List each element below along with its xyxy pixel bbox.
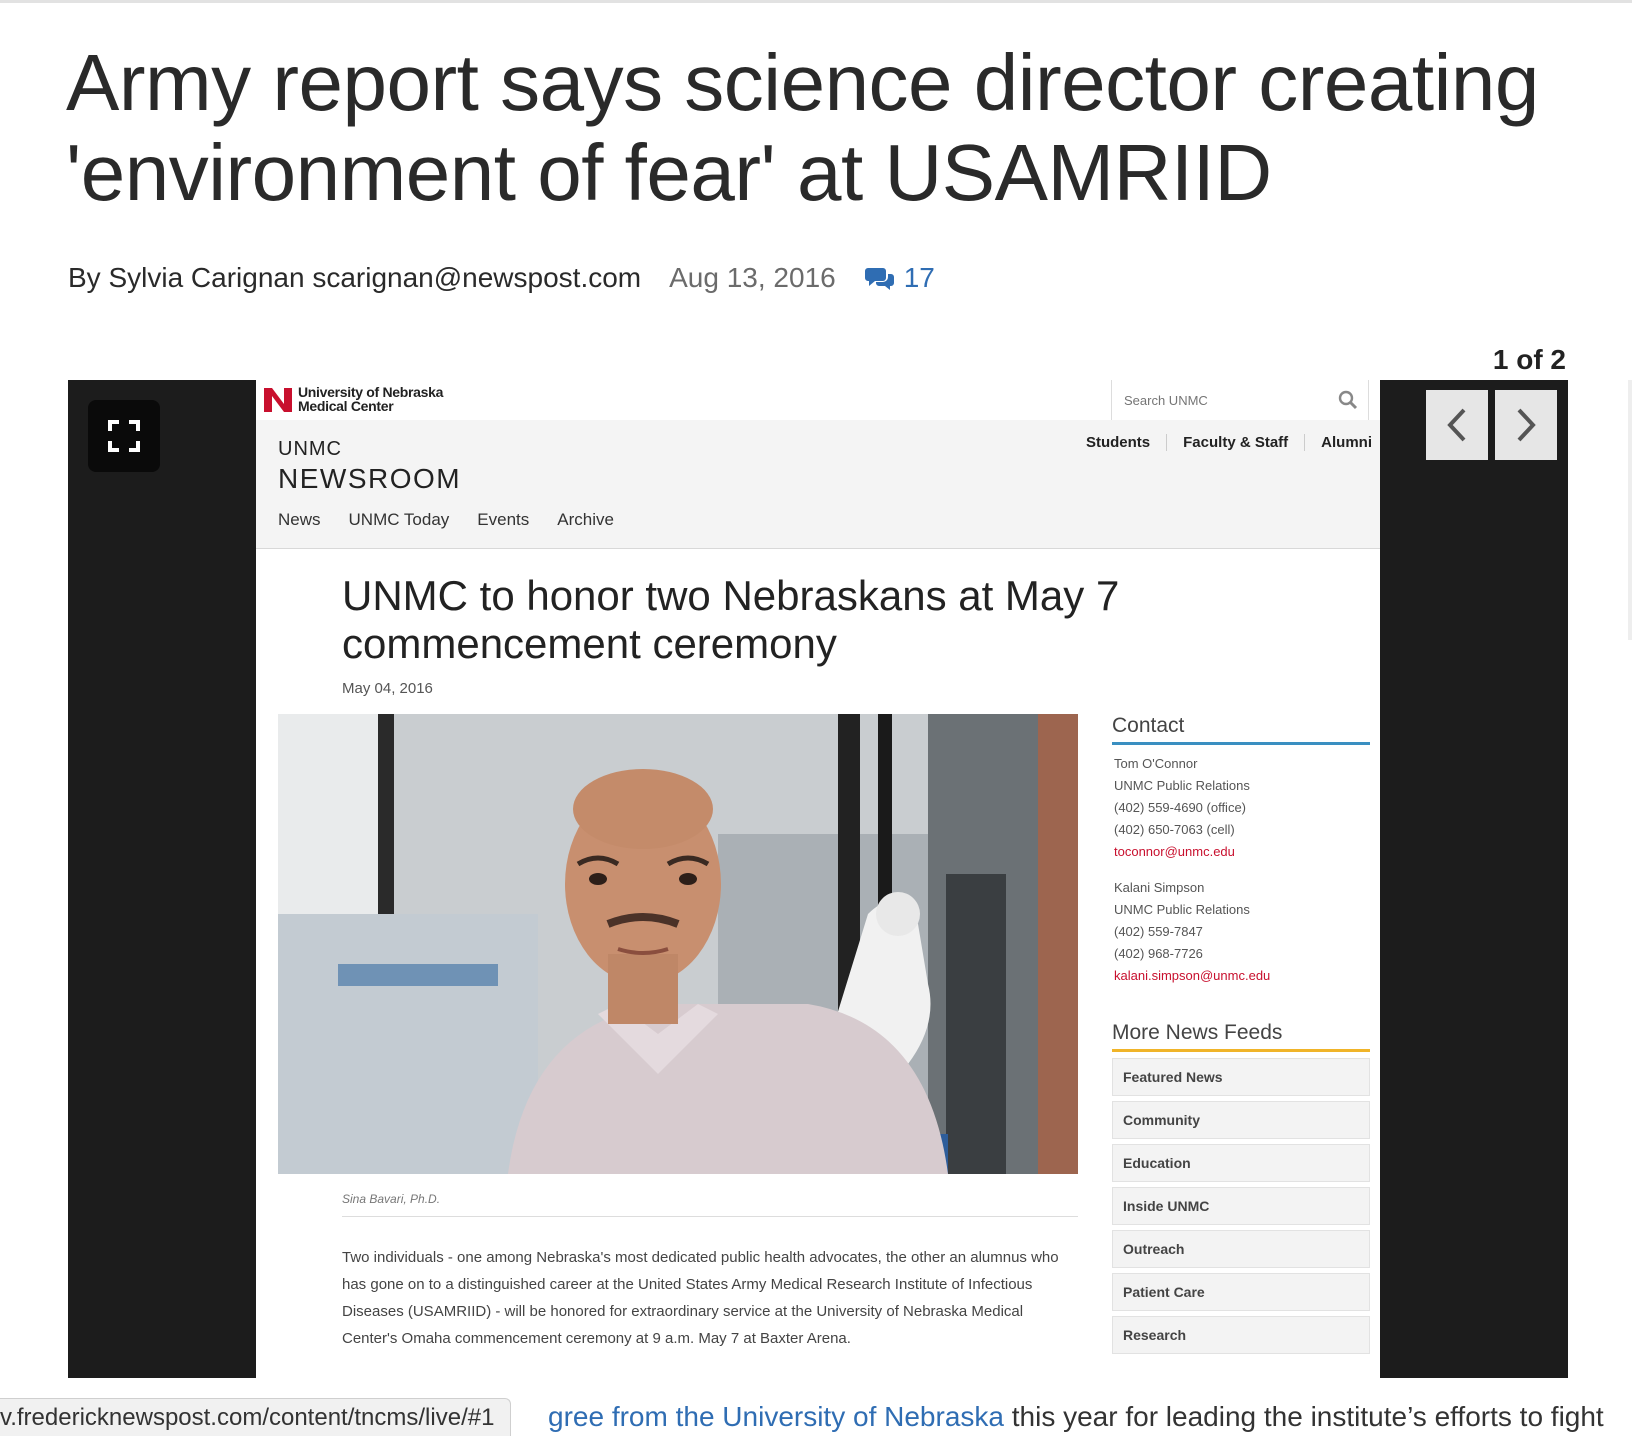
contact-name: Tom O'Connor	[1114, 756, 1198, 771]
feed-list: Featured News Community Education Inside…	[1112, 1058, 1370, 1354]
contact-phone: (402) 559-4690 (office)	[1114, 800, 1247, 815]
contact-phone: (402) 650-7063 (cell)	[1114, 822, 1235, 837]
caption-divider	[342, 1216, 1078, 1217]
contact-email-link[interactable]: kalani.simpson@unmc.edu	[1114, 968, 1270, 983]
audience-link-alumni[interactable]: Alumni	[1304, 434, 1372, 451]
article-headline: Army report says science director creati…	[66, 38, 1632, 218]
site-name[interactable]: UNMC NEWSROOM	[278, 438, 461, 495]
audience-nav: Students Faculty & Staff Alumni	[1070, 434, 1372, 451]
nav-item-unmc-today[interactable]: UNMC Today	[349, 510, 450, 530]
unmc-search-input[interactable]	[1122, 391, 1326, 409]
unmc-article-title: UNMC to honor two Nebraskans at May 7 co…	[342, 572, 1120, 667]
audience-link-faculty-staff[interactable]: Faculty & Staff	[1166, 434, 1304, 451]
gallery-counter: 1 of 2	[1492, 344, 1566, 375]
article-photo	[278, 714, 1078, 1174]
feed-item-outreach[interactable]: Outreach	[1112, 1230, 1370, 1268]
page-edge-element	[1628, 380, 1632, 640]
unmc-logo-text: University of Nebraska Medical Center	[298, 385, 443, 413]
author[interactable]: By Sylvia Carignan scarignan@newspost.co…	[68, 262, 641, 294]
unmc-sidebar: Contact Tom O'Connor UNMC Public Relatio…	[1112, 714, 1370, 1359]
logo-line-1: University of Nebraska	[298, 384, 444, 400]
fullscreen-icon	[108, 420, 140, 452]
audience-link-students[interactable]: Students	[1070, 434, 1166, 451]
contact-org: UNMC Public Relations	[1114, 902, 1250, 917]
portrait-photo	[278, 714, 1078, 1174]
logo-line-2: Medical Center	[298, 398, 394, 414]
byline: By Sylvia Carignan scarignan@newspost.co…	[68, 262, 935, 294]
embedded-screenshot: University of Nebraska Medical Center UN…	[256, 380, 1380, 1378]
feed-item-education[interactable]: Education	[1112, 1144, 1370, 1182]
unmc-n-logo-icon	[264, 388, 292, 412]
site-name-line-1: UNMC	[278, 438, 342, 460]
feed-item-inside-unmc[interactable]: Inside UNMC	[1112, 1187, 1370, 1225]
unmc-article-body: Two individuals - one among Nebraska's m…	[342, 1249, 1059, 1347]
body-link[interactable]: gree from the University of Nebraska	[548, 1401, 1004, 1432]
comment-count: 17	[903, 262, 935, 293]
photo-caption: Sina Bavari, Ph.D.	[342, 1192, 441, 1206]
photo-gallery: University of Nebraska Medical Center UN…	[68, 380, 1568, 1378]
contact-name: Kalani Simpson	[1114, 880, 1205, 895]
feeds-heading: More News Feeds	[1112, 1021, 1370, 1052]
contact-email-link[interactable]: toconnor@unmc.edu	[1114, 844, 1235, 859]
comments-link[interactable]: 17	[864, 262, 935, 294]
headline-line-1: Army report says science director creati…	[66, 38, 1539, 127]
unmc-article-date: May 04, 2016	[342, 680, 433, 697]
nav-item-archive[interactable]: Archive	[557, 510, 614, 530]
chevron-right-icon	[1517, 408, 1536, 442]
unmc-logo[interactable]: University of Nebraska Medical Center	[262, 384, 443, 414]
article-body-line: gree from the University of Nebraska thi…	[548, 1398, 1604, 1436]
unmc-search-box	[1111, 380, 1369, 420]
feed-item-research[interactable]: Research	[1112, 1316, 1370, 1354]
unmc-topbar: University of Nebraska Medical Center	[256, 380, 1380, 421]
feed-item-featured-news[interactable]: Featured News	[1112, 1058, 1370, 1096]
chevron-left-icon	[1447, 408, 1466, 442]
headline-line-2: 'environment of fear' at USAMRIID	[66, 128, 1272, 217]
feed-item-patient-care[interactable]: Patient Care	[1112, 1273, 1370, 1311]
contact-heading: Contact	[1112, 714, 1370, 745]
browser-status-url: v.fredericknewspost.com/content/tncms/li…	[0, 1398, 512, 1436]
gallery-next-button[interactable]	[1495, 390, 1557, 460]
top-divider	[0, 0, 1632, 3]
fullscreen-button[interactable]	[88, 400, 160, 472]
main-nav: News UNMC Today Events Archive	[278, 510, 642, 530]
search-icon[interactable]	[1338, 390, 1358, 410]
publish-date: Aug 13, 2016	[669, 262, 836, 293]
unmc-header: UNMC NEWSROOM Students Faculty & Staff A…	[256, 420, 1380, 549]
body-text: this year for leading the institute’s ef…	[1003, 1401, 1604, 1432]
gallery-prev-button[interactable]	[1426, 390, 1488, 460]
nav-item-events[interactable]: Events	[477, 510, 529, 530]
site-name-line-2: NEWSROOM	[278, 463, 462, 494]
contact-org: UNMC Public Relations	[1114, 778, 1250, 793]
feed-item-community[interactable]: Community	[1112, 1101, 1370, 1139]
contact-phone: (402) 968-7726	[1114, 946, 1203, 961]
contact-phone: (402) 559-7847	[1114, 924, 1203, 939]
nav-item-news[interactable]: News	[278, 510, 321, 530]
comments-icon	[864, 268, 894, 290]
contact-1: Tom O'Connor UNMC Public Relations (402)…	[1112, 745, 1370, 863]
contact-2: Kalani Simpson UNMC Public Relations (40…	[1112, 863, 1370, 987]
